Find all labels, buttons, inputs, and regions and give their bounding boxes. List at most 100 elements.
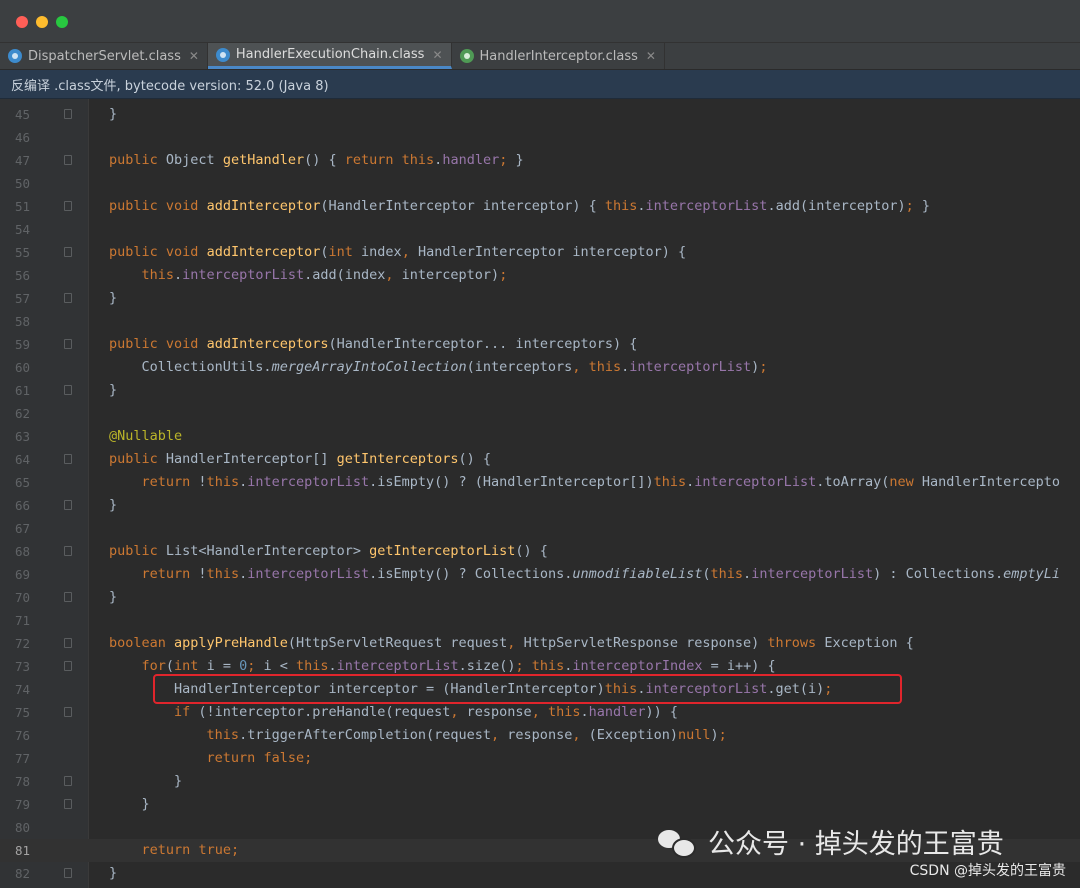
- code-line[interactable]: 76 this.triggerAfterCompletion(request, …: [0, 724, 1080, 747]
- code-text: }: [109, 589, 118, 605]
- tab-label: HandlerExecutionChain.class: [235, 47, 425, 62]
- close-tab-icon[interactable]: ✕: [189, 49, 199, 63]
- code-line[interactable]: 56 this.interceptorList.add(index, inter…: [0, 264, 1080, 287]
- code-text: return false;: [206, 750, 313, 766]
- editor-tab-bar: DispatcherServlet.class ✕ HandlerExecuti…: [0, 43, 1080, 70]
- line-number: 59: [14, 337, 30, 352]
- code-line[interactable]: 50: [0, 172, 1080, 195]
- fold-marker-icon[interactable]: [64, 868, 72, 878]
- tab-handlerexecutionchain[interactable]: HandlerExecutionChain.class ✕: [207, 43, 452, 69]
- code-text: this.interceptorList.add(index, intercep…: [141, 267, 508, 283]
- class-file-icon: [215, 47, 230, 62]
- csdn-watermark: CSDN @掉头发的王富贵: [909, 863, 1066, 879]
- code-line[interactable]: 67: [0, 517, 1080, 540]
- code-line[interactable]: 68 public List<HandlerInterceptor> getInt…: [0, 540, 1080, 563]
- line-number: 79: [14, 797, 30, 812]
- code-text: }: [109, 773, 183, 789]
- tab-handlerinterceptor[interactable]: HandlerInterceptor.class ✕: [452, 43, 665, 69]
- code-line[interactable]: 79 }: [0, 793, 1080, 816]
- code-line[interactable]: 77 return false;: [0, 747, 1080, 770]
- fold-marker-icon[interactable]: [64, 293, 72, 303]
- line-number: 80: [14, 820, 30, 835]
- fold-marker-icon[interactable]: [64, 201, 72, 211]
- ide-window: DispatcherServlet.class ✕ HandlerExecuti…: [0, 0, 1080, 888]
- line-number: 81: [14, 843, 30, 858]
- fold-marker-icon[interactable]: [64, 776, 72, 786]
- highlight-box: [153, 674, 902, 704]
- code-text: this.triggerAfterCompletion(request, res…: [206, 727, 727, 743]
- code-line[interactable]: 66}: [0, 494, 1080, 517]
- code-text: return !this.interceptorList.isEmpty() ?…: [141, 474, 1061, 490]
- line-number: 51: [14, 199, 30, 214]
- code-text: }: [109, 497, 118, 513]
- code-line[interactable]: 63 @Nullable: [0, 425, 1080, 448]
- tab-dispatcherservlet[interactable]: DispatcherServlet.class ✕: [0, 43, 208, 69]
- code-line[interactable]: 64 public HandlerInterceptor[] getInterce…: [0, 448, 1080, 471]
- fold-marker-icon[interactable]: [64, 661, 72, 671]
- line-number: 61: [14, 383, 30, 398]
- line-number: 58: [14, 314, 30, 329]
- fold-marker-icon[interactable]: [64, 638, 72, 648]
- code-text: }: [109, 796, 150, 812]
- fold-marker-icon[interactable]: [64, 500, 72, 510]
- code-text: CollectionUtils.mergeArrayIntoCollection…: [109, 359, 768, 375]
- code-line[interactable]: 69 return !this.interceptorList.isEmpty(…: [0, 563, 1080, 586]
- banner-text: 反编译 .class文件, bytecode version: 52.0 (Ja…: [11, 78, 329, 94]
- line-number: 68: [14, 544, 30, 559]
- fold-marker-icon[interactable]: [64, 546, 72, 556]
- fold-marker-icon[interactable]: [64, 592, 72, 602]
- fold-marker-icon[interactable]: [64, 454, 72, 464]
- close-tab-icon[interactable]: ✕: [646, 49, 656, 63]
- minimize-window-button[interactable]: [36, 16, 48, 28]
- line-number: 75: [14, 705, 30, 720]
- tab-label: DispatcherServlet.class: [28, 48, 181, 64]
- code-line[interactable]: 51 public void addInterceptor(HandlerInte…: [0, 195, 1080, 218]
- line-number: 45: [14, 107, 30, 122]
- line-number: 54: [14, 222, 30, 237]
- code-line[interactable]: 59 public void addInterceptors(HandlerInt…: [0, 333, 1080, 356]
- code-text: if (!interceptor.preHandle(request, resp…: [174, 704, 679, 720]
- code-text: boolean applyPreHandle(HttpServletReques…: [109, 635, 914, 651]
- code-line[interactable]: 60 CollectionUtils.mergeArrayIntoCollect…: [0, 356, 1080, 379]
- line-number: 73: [14, 659, 30, 674]
- fold-marker-icon[interactable]: [64, 385, 72, 395]
- class-file-icon: [8, 49, 22, 63]
- line-number: 82: [14, 866, 30, 881]
- code-line[interactable]: 54: [0, 218, 1080, 241]
- code-text: public void addInterceptor(int index, Ha…: [109, 244, 687, 260]
- code-line[interactable]: 71: [0, 609, 1080, 632]
- code-text: }: [109, 382, 118, 398]
- tab-label: HandlerInterceptor.class: [479, 48, 638, 64]
- code-line[interactable]: 72 boolean applyPreHandle(HttpServletRequ…: [0, 632, 1080, 655]
- close-window-button[interactable]: [16, 16, 28, 28]
- maximize-window-button[interactable]: [56, 16, 68, 28]
- fold-marker-icon[interactable]: [64, 339, 72, 349]
- watermark: 公众号 · 掉头发的王富贵: [658, 822, 1004, 861]
- code-editor[interactable]: 45} 46 47 public Object getHandler() { retu…: [0, 99, 1080, 888]
- line-number: 56: [14, 268, 30, 283]
- code-line[interactable]: 65 return !this.interceptorList.isEmpty(…: [0, 471, 1080, 494]
- close-tab-icon[interactable]: ✕: [432, 48, 442, 62]
- code-line[interactable]: 62: [0, 402, 1080, 425]
- code-line[interactable]: 75 if (!interceptor.preHandle(request, r…: [0, 701, 1080, 724]
- code-line[interactable]: 47 public Object getHandler() { return th…: [0, 149, 1080, 172]
- fold-marker-icon[interactable]: [64, 109, 72, 119]
- code-text: }: [109, 865, 118, 881]
- code-line[interactable]: 78 }: [0, 770, 1080, 793]
- code-line[interactable]: 55 public void addInterceptor(int index, …: [0, 241, 1080, 264]
- code-text: @Nullable: [109, 428, 183, 444]
- line-number: 66: [14, 498, 30, 513]
- code-line[interactable]: 70}: [0, 586, 1080, 609]
- code-line[interactable]: 45}: [0, 103, 1080, 126]
- line-number: 63: [14, 429, 30, 444]
- code-line[interactable]: 58: [0, 310, 1080, 333]
- fold-marker-icon[interactable]: [64, 247, 72, 257]
- fold-marker-icon[interactable]: [64, 799, 72, 809]
- fold-marker-icon[interactable]: [64, 155, 72, 165]
- line-number: 47: [14, 153, 30, 168]
- interface-file-icon: [459, 49, 474, 63]
- code-line[interactable]: 57}: [0, 287, 1080, 310]
- code-line[interactable]: 46: [0, 126, 1080, 149]
- code-line[interactable]: 61}: [0, 379, 1080, 402]
- fold-marker-icon[interactable]: [64, 707, 72, 717]
